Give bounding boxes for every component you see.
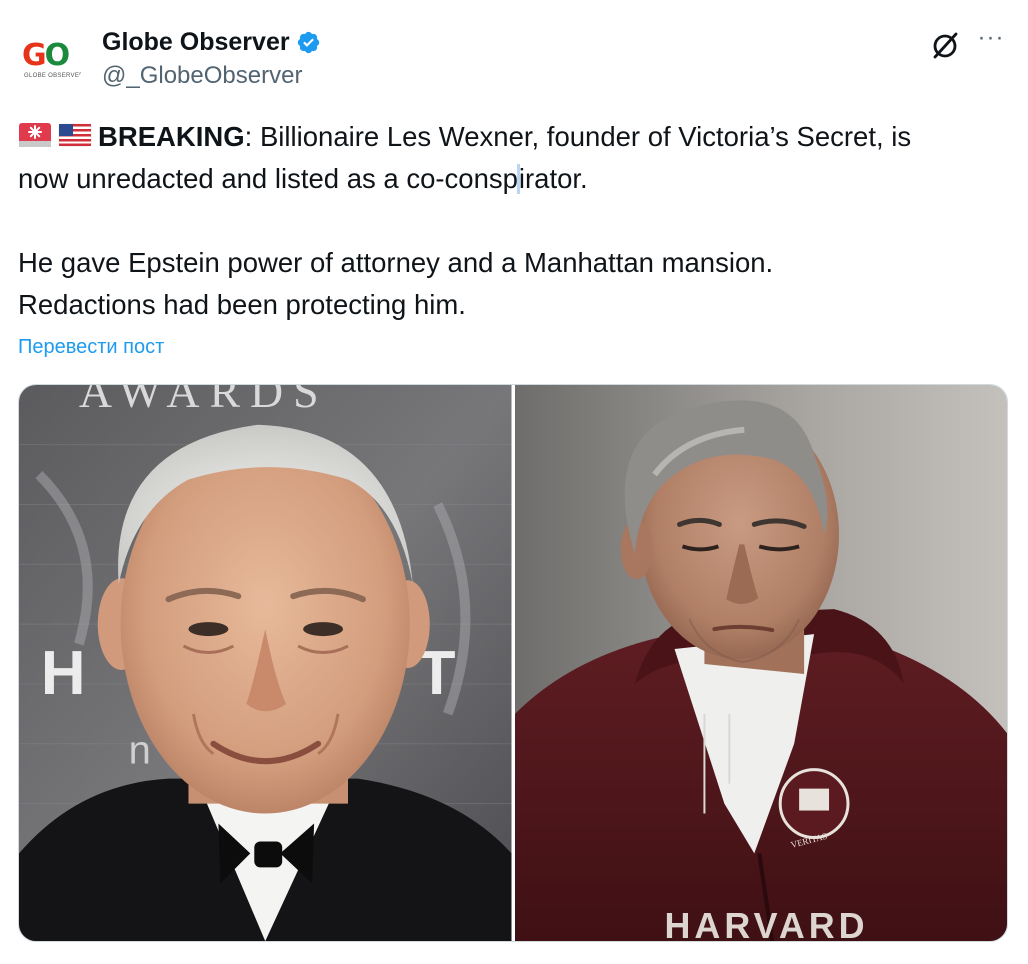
name-row: Globe Observer xyxy=(102,26,321,58)
rotating-light-emoji xyxy=(19,123,51,147)
handle[interactable]: @_GlobeObserver xyxy=(102,62,302,90)
tweet-header: GO GLOBE OBSERVER Globe Observer @_Globe… xyxy=(18,22,1010,102)
display-name[interactable]: Globe Observer xyxy=(102,28,290,57)
us-flag-emoji xyxy=(58,123,92,147)
photo-man-maroon-hoodie[interactable]: VERITAS HARVARD xyxy=(514,385,1007,941)
tweet-paragraph-1: BREAKING: Billionaire Les Wexner, founde… xyxy=(18,116,1008,200)
tweet-line-2b: irator. xyxy=(518,163,588,194)
avatar[interactable]: GO GLOBE OBSERVER xyxy=(18,26,84,92)
tweet-media[interactable]: AWARDS H T n VERITAS HARVARD xyxy=(18,384,1008,942)
verified-badge-icon xyxy=(297,31,319,53)
avatar-logo: GO xyxy=(22,38,70,73)
tweet-line-2a: now unredacted and listed as a co-consp xyxy=(18,163,518,194)
photo-right-svg: VERITAS HARVARD xyxy=(514,385,1007,941)
photo-older-man-tuxedo[interactable]: AWARDS H T n xyxy=(19,385,512,941)
backdrop-awards-text: AWARDS xyxy=(79,385,329,417)
tweet-paragraph-2: He gave Epstein power of attorney and a … xyxy=(18,242,1008,326)
backdrop-letter-n: n xyxy=(129,729,151,773)
more-icon[interactable]: ··· xyxy=(974,26,1008,54)
grok-icon[interactable] xyxy=(928,28,962,62)
tweet-line-4: Redactions had been protecting him. xyxy=(18,289,466,320)
backdrop-letter-h: H xyxy=(41,639,86,708)
translate-post-link[interactable]: Перевести пост xyxy=(18,336,164,359)
avatar-tagline: GLOBE OBSERVER xyxy=(24,73,84,79)
tweet-line-3: He gave Epstein power of attorney and a … xyxy=(18,247,774,278)
hoodie-text: HARVARD xyxy=(664,906,868,941)
tweet-line-1: : Billionaire Les Wexner, founder of Vic… xyxy=(244,121,912,152)
breaking-label: BREAKING xyxy=(98,121,245,152)
tweet-text: BREAKING: Billionaire Les Wexner, founde… xyxy=(18,116,1008,326)
photo-left-svg: AWARDS H T n xyxy=(19,385,512,941)
